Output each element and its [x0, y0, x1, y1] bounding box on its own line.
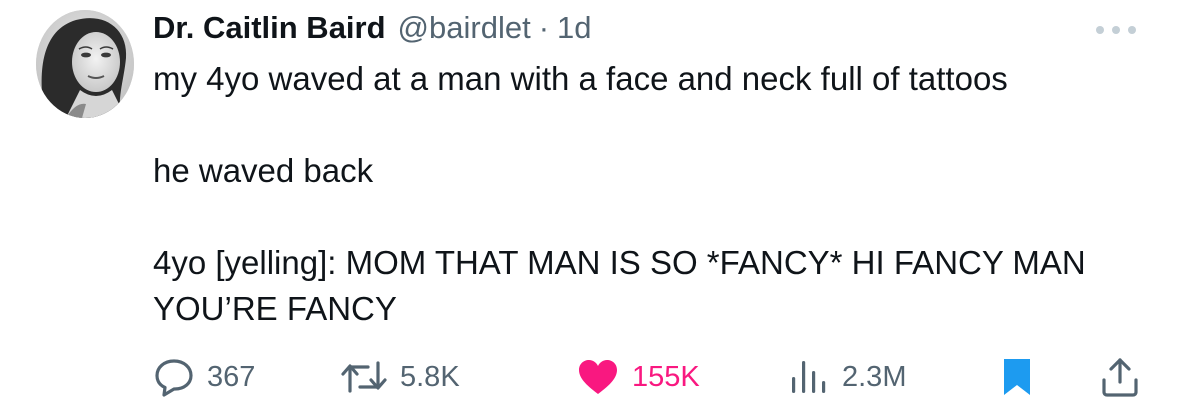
more-options-icon[interactable]	[1093, 22, 1139, 38]
bookmark-button[interactable]	[1002, 352, 1032, 402]
heart-icon	[576, 357, 620, 397]
tweet-text-line: my 4yo waved at a man with a face and ne…	[153, 60, 1008, 97]
tweet-timestamp[interactable]: 1d	[557, 10, 591, 46]
avatar-photo	[36, 10, 134, 118]
reply-icon	[153, 357, 195, 397]
share-icon	[1100, 356, 1140, 398]
views-count: 2.3M	[842, 360, 907, 393]
share-button[interactable]	[1100, 352, 1140, 402]
retweet-icon	[340, 357, 388, 397]
tweet-text-line: 4yo [yelling]: MOM THAT MAN IS SO *FANCY…	[153, 244, 1086, 327]
retweet-count: 5.8K	[400, 360, 460, 393]
action-bar: 367 5.8K 155K 2.3M	[0, 352, 1179, 402]
separator-dot: ·	[538, 10, 550, 45]
author-handle[interactable]: @bairdlet	[398, 10, 531, 46]
reply-button[interactable]: 367	[153, 352, 255, 402]
avatar[interactable]	[36, 10, 134, 118]
retweet-button[interactable]: 5.8K	[340, 352, 460, 402]
tweet-text: my 4yo waved at a man with a face and ne…	[153, 56, 1143, 332]
bookmark-icon	[1002, 357, 1032, 397]
like-button[interactable]: 155K	[576, 352, 700, 402]
views-button[interactable]: 2.3M	[788, 352, 906, 402]
reply-count: 367	[207, 360, 256, 393]
author-display-name[interactable]: Dr. Caitlin Baird	[153, 10, 386, 46]
like-count: 155K	[632, 360, 700, 393]
tweet-card: Dr. Caitlin Baird @bairdlet · 1d my 4yo …	[0, 0, 1179, 413]
tweet-text-line: he waved back	[153, 152, 374, 189]
views-icon	[788, 357, 830, 397]
tweet-header: Dr. Caitlin Baird @bairdlet · 1d	[153, 10, 592, 50]
